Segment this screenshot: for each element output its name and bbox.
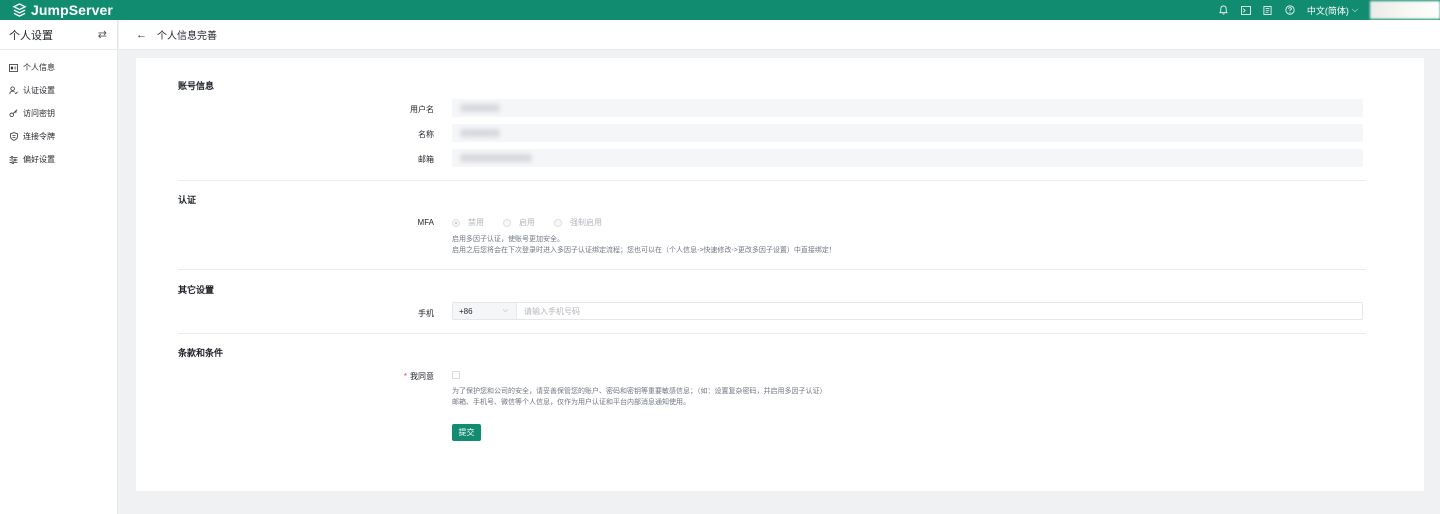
profile-form-card: 账号信息 用户名 名称 邮箱 认证 MFA 禁用 启用 强制启用 启用多因子认证… (136, 58, 1424, 491)
phone-number-input[interactable] (517, 303, 1362, 319)
top-navbar: JumpServer 中文(简体) ⌵ (0, 0, 1440, 20)
swap-view-icon[interactable]: ⇄ (98, 28, 107, 41)
sidebar-item-label: 个人信息 (23, 63, 55, 72)
username-label: 用户名 (410, 105, 434, 114)
radio-label: 强制启用 (570, 218, 602, 227)
chevron-down-icon: ⌵ (502, 307, 508, 314)
country-code-value: +86 (459, 306, 473, 316)
sliders-icon (9, 155, 18, 164)
brand[interactable]: JumpServer (0, 0, 113, 20)
agree-label: * 我同意 (374, 371, 434, 382)
section-title-other: 其它设置 (178, 285, 215, 295)
username-field[interactable] (452, 99, 1363, 117)
language-selector[interactable]: 中文(简体) ⌵ (1307, 4, 1358, 17)
section-title-terms: 条款和条件 (178, 348, 224, 358)
submit-button[interactable]: 提交 (452, 424, 481, 441)
radio-unchecked-icon (503, 218, 511, 227)
terms-help-text: 为了保护您和公司的安全，请妥善保管您的账户、密码和密钥等重要敏感信息；（如：设置… (452, 386, 827, 408)
country-code-select[interactable]: +86 ⌵ (453, 303, 517, 319)
sidebar-title: 个人设置 (9, 29, 53, 42)
help-line: 启用之后您将会在下次登录时进入多因子认证绑定流程；您也可以在（个人信息->快速修… (452, 247, 836, 254)
sidebar-item-access-key[interactable]: 访问密钥 (0, 102, 117, 125)
mfa-option-enabled[interactable]: 启用 (503, 217, 535, 228)
sidebar-item-label: 访问密钥 (23, 109, 55, 118)
sidebar-item-auth[interactable]: 认证设置 (0, 79, 117, 102)
name-label: 名称 (418, 130, 434, 139)
phone-label: 手机 (418, 309, 434, 318)
chevron-down-icon: ⌵ (1351, 5, 1358, 14)
help-line: 启用多因子认证，使账号更加安全。 (452, 236, 564, 243)
sidebar: 个人设置 ⇄ 个人信息 认证设置 访问密钥 连接令牌 偏好设置 (0, 20, 118, 514)
bell-icon[interactable] (1219, 5, 1229, 15)
token-icon (9, 132, 18, 141)
section-title-account: 账号信息 (178, 81, 215, 91)
agree-checkbox[interactable] (452, 371, 460, 379)
sidebar-item-label: 偏好设置 (23, 155, 55, 164)
sidebar-item-preferences[interactable]: 偏好设置 (0, 148, 117, 171)
user-avatar[interactable] (1370, 1, 1440, 19)
phone-input-group: +86 ⌵ (452, 302, 1363, 320)
email-value-redacted (460, 154, 532, 162)
page-header: ← 个人信息完善 (119, 20, 1440, 50)
sidebar-item-label: 连接令牌 (23, 132, 55, 141)
radio-label: 禁用 (468, 218, 484, 227)
section-title-auth: 认证 (178, 195, 197, 205)
name-value-redacted (460, 129, 500, 137)
section-divider (178, 269, 1366, 270)
clipboard-icon[interactable] (1263, 5, 1273, 15)
sidebar-item-connection-token[interactable]: 连接令牌 (0, 125, 117, 148)
mfa-help-text: 启用多因子认证，使账号更加安全。 启用之后您将会在下次登录时进入多因子认证绑定流… (452, 234, 836, 256)
radio-unchecked-icon (554, 218, 562, 227)
sidebar-item-label: 认证设置 (23, 86, 55, 95)
email-field[interactable] (452, 149, 1363, 167)
radio-checked-icon (452, 218, 460, 227)
terminal-icon[interactable] (1241, 5, 1251, 15)
mfa-label: MFA (417, 218, 434, 227)
jumpserver-logo-icon (12, 2, 27, 17)
required-mark: * (403, 372, 407, 381)
page-title: 个人信息完善 (157, 31, 217, 42)
email-label: 邮箱 (418, 155, 434, 164)
key-icon (9, 109, 18, 118)
help-icon[interactable] (1285, 5, 1295, 15)
section-divider (178, 180, 1366, 181)
mfa-option-disabled[interactable]: 禁用 (452, 217, 484, 228)
language-label: 中文(简体) (1306, 5, 1349, 16)
id-card-icon (9, 63, 18, 72)
section-divider (178, 333, 1366, 334)
sidebar-item-profile[interactable]: 个人信息 (0, 56, 117, 79)
back-arrow-icon[interactable]: ← (136, 29, 147, 41)
radio-label: 启用 (519, 218, 535, 227)
mfa-radio-group: 禁用 启用 强制启用 (452, 217, 621, 228)
name-field[interactable] (452, 124, 1363, 142)
user-auth-icon (9, 86, 18, 95)
username-value-redacted (460, 104, 500, 112)
agree-label-text: 我同意 (410, 372, 434, 381)
brand-name: JumpServer (31, 2, 113, 18)
help-line: 为了保护您和公司的安全，请妥善保管您的账户、密码和密钥等重要敏感信息；（如：设置… (452, 388, 827, 395)
help-line: 邮箱、手机号、微信等个人信息，仅作为用户认证和平台内部消息通知使用。 (452, 399, 690, 406)
mfa-option-forced[interactable]: 强制启用 (554, 217, 602, 228)
